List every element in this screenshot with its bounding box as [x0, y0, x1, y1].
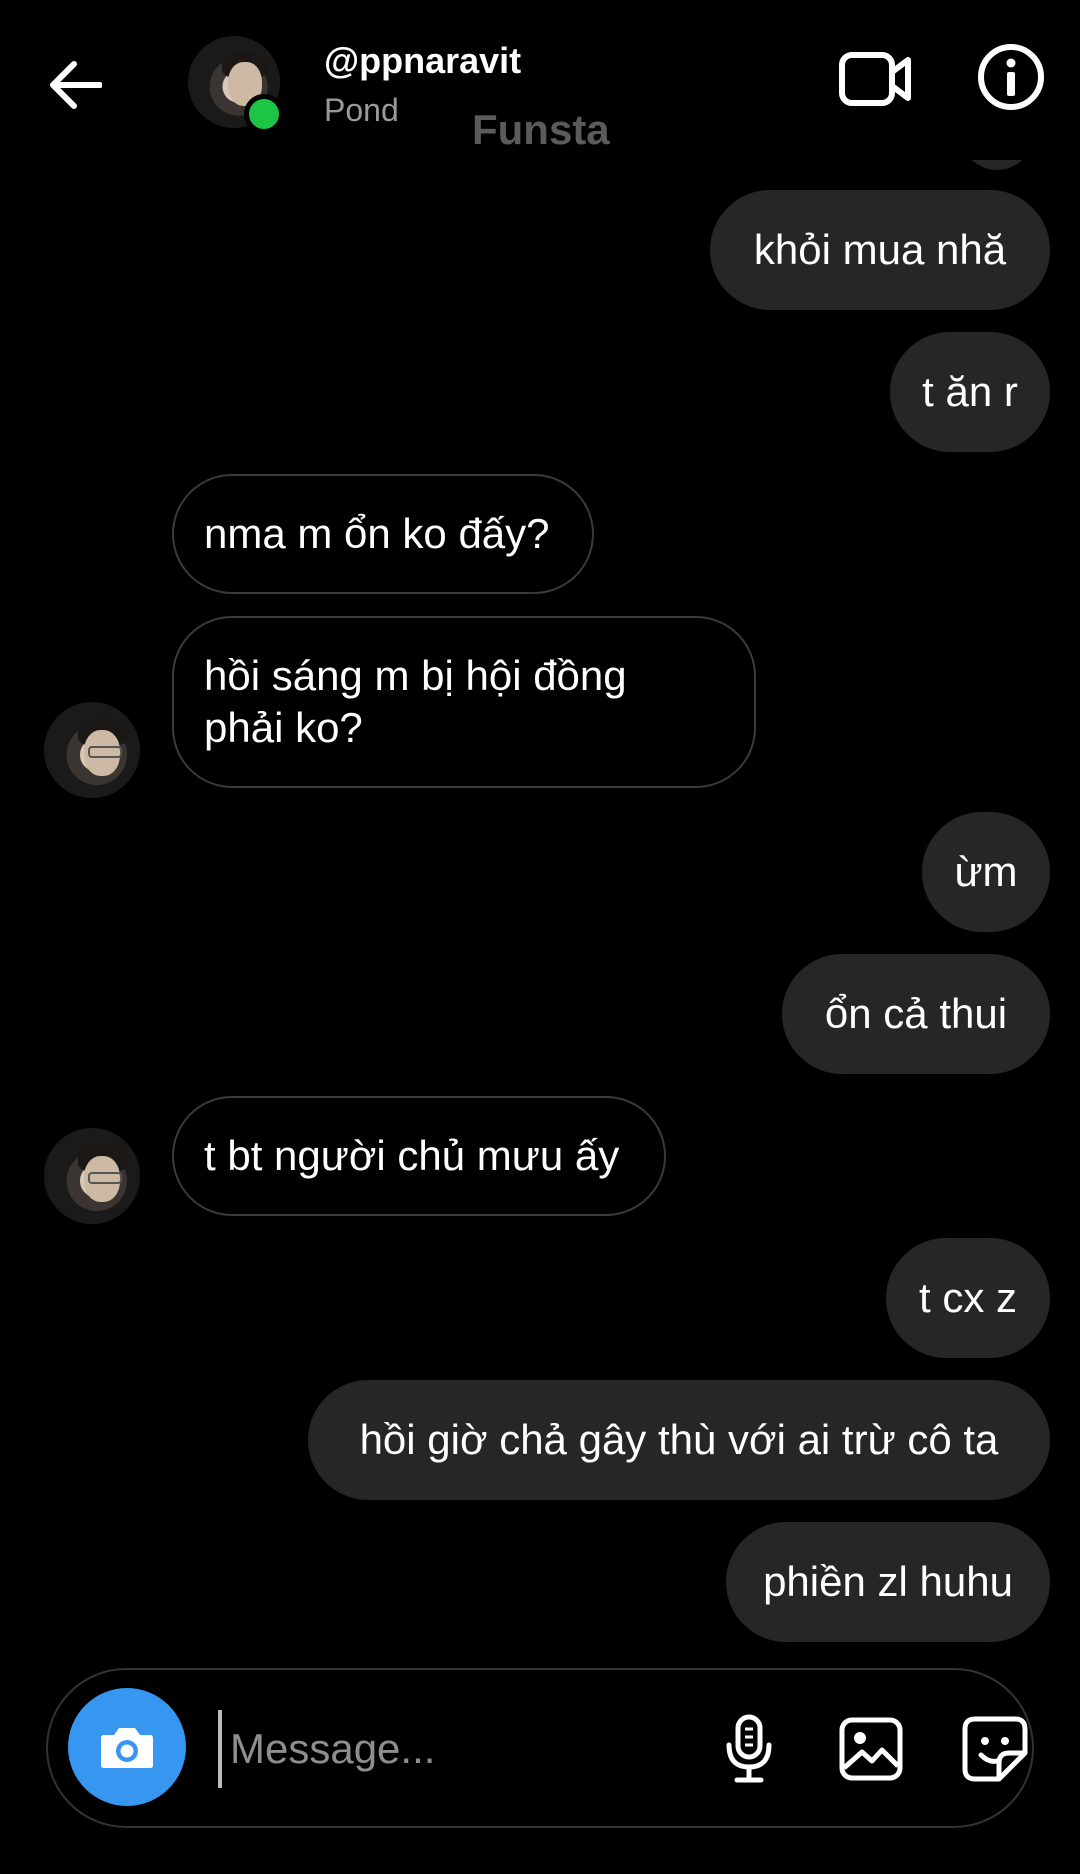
- outgoing-message[interactable]: t cx z: [886, 1238, 1050, 1358]
- voice-message-button[interactable]: [704, 1704, 794, 1794]
- contact-avatar[interactable]: [188, 36, 284, 134]
- message-text: hồi giờ chả gây thù với ai trừ cô ta: [359, 1416, 999, 1463]
- message-text: phiền zl huhu: [763, 1558, 1013, 1605]
- contact-username[interactable]: @ppnaravit: [324, 40, 521, 82]
- gallery-button[interactable]: [826, 1704, 916, 1794]
- outgoing-message[interactable]: ổn cả thui: [782, 954, 1050, 1074]
- message-text: t cx z: [918, 1274, 1017, 1321]
- message-text: nma m ổn ko đấy?: [204, 510, 550, 557]
- conversation-info-button[interactable]: [974, 40, 1048, 114]
- online-status-dot: [244, 94, 284, 134]
- camera-icon: [101, 1728, 153, 1768]
- outgoing-message[interactable]: khỏi mua nhă: [710, 190, 1050, 310]
- message-input[interactable]: [218, 1710, 712, 1788]
- message-text: ừm: [954, 848, 1018, 895]
- back-button[interactable]: [40, 50, 110, 120]
- video-camera-icon: [839, 52, 911, 106]
- message-composer: [46, 1668, 1034, 1828]
- image-icon: [839, 1717, 903, 1781]
- chat-header: @ppnaravit Pond Funsta: [0, 0, 1080, 160]
- sender-avatar[interactable]: [44, 702, 140, 798]
- arrow-left-icon: [50, 61, 102, 109]
- outgoing-message[interactable]: ừm: [922, 812, 1050, 932]
- message-text: khỏi mua nhă: [753, 226, 1007, 273]
- video-call-button[interactable]: [836, 44, 916, 114]
- sticker-button[interactable]: [950, 1704, 1040, 1794]
- watermark-text: Funsta: [472, 106, 610, 153]
- message-text: hồi sáng m bị hội đồng phải ko?: [204, 652, 627, 751]
- message-text: t bt người chủ mưu ấy: [204, 1132, 620, 1179]
- sender-avatar[interactable]: [44, 1128, 140, 1224]
- message-text: t ăn r: [922, 368, 1018, 415]
- incoming-message[interactable]: hồi sáng m bị hội đồng phải ko?: [172, 616, 756, 788]
- avatar-glasses: [88, 746, 122, 758]
- camera-button[interactable]: [68, 1688, 186, 1806]
- incoming-message[interactable]: t bt người chủ mưu ấy: [172, 1096, 666, 1216]
- message-text: ổn cả thui: [824, 990, 1008, 1037]
- sticker-icon: [962, 1716, 1028, 1782]
- contact-display-name: Pond: [324, 92, 399, 128]
- microphone-icon: [726, 1714, 772, 1783]
- info-icon: [978, 44, 1044, 110]
- outgoing-message[interactable]: t ăn r: [890, 332, 1050, 452]
- incoming-message[interactable]: nma m ổn ko đấy?: [172, 474, 594, 594]
- outgoing-message[interactable]: hồi giờ chả gây thù với ai trừ cô ta: [308, 1380, 1050, 1500]
- avatar-glasses: [88, 1172, 122, 1184]
- outgoing-message[interactable]: phiền zl huhu: [726, 1522, 1050, 1642]
